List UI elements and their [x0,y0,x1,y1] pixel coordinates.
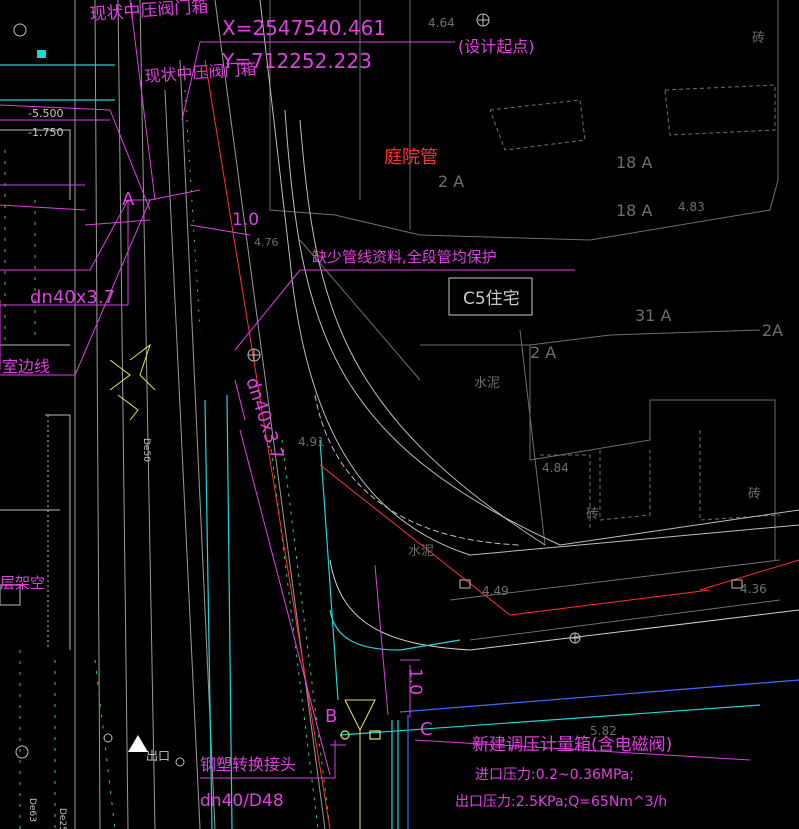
brick-1-label: 砖 [752,31,765,46]
pipe-de63-label: De63 [27,798,37,822]
pipe-dn40-left-label: dn40x3.7 [30,287,115,308]
room-2a-3-label: 2A [762,321,783,340]
pipe-dn40-d48-label: dn40/D48 [200,791,284,811]
room-18a-1-label: 18 A [616,153,652,172]
room-31a-label: 31 A [635,306,671,325]
cement-2-label: 水泥 [408,544,434,559]
room-2a-2-label: 2 A [530,343,556,362]
elev-4-83-label: 4.83 [678,200,705,214]
room-edge-label: 室边线 [2,357,50,376]
steel-plastic-joint-label: 钢塑转换接头 [200,755,296,774]
pipe-de50-label: De50 [141,438,151,462]
elev-4-84-label: 4.84 [542,461,569,475]
room-18a-2-label: 18 A [616,201,652,220]
coord-x-label: X=2547540.461 [222,16,386,40]
point-c-label: C [420,719,433,740]
point-a-label: A [122,189,135,210]
elev-4-49-label: 4.49 [482,584,509,598]
building-label: C5住宅 [463,289,520,309]
elev-left-1-label: -5.500 [28,107,63,120]
design-start-label: (设计起点) [458,37,535,56]
overhead-label: 层架空 [0,574,45,592]
elev-left-2-label: -1.750 [28,126,63,139]
exit-label: 出口 [146,749,170,763]
elev-4-91-label: 4.91 [298,435,325,449]
brick-2-label: 砖 [748,487,761,502]
outlet-pressure-label: 出口压力:2.5KPa;Q=65Nm^3/h [455,794,667,810]
elev-4-76-label: 4.76 [254,236,279,249]
room-2a-1-label: 2 A [438,172,464,191]
elev-4-36-label: 4.36 [740,582,767,596]
cement-1-label: 水泥 [474,376,500,391]
elev-4-64-label: 4.64 [428,16,455,30]
missing-info-label: 缺少管线资料,全段管均保护 [312,248,497,266]
point-b-label: B [325,706,337,727]
dim-mid-label: 1.0 [405,668,425,695]
dim-top-label: 1.0 [232,210,259,230]
inlet-pressure-label: 进口压力:0.2~0.36MPa; [475,767,634,783]
courtyard-pipe-label: 庭院管 [384,147,438,168]
valve-symbol-icon [37,50,46,58]
cad-drawing-canvas: 现状中压阀门箱 X=2547540.461 Y=712252.223 (设计起点… [0,0,799,829]
new-regulator-label: 新建调压计量箱(含电磁阀) [472,735,672,755]
pipe-de25-label: De25 [57,808,67,829]
brick-3-label: 砖 [586,507,599,522]
